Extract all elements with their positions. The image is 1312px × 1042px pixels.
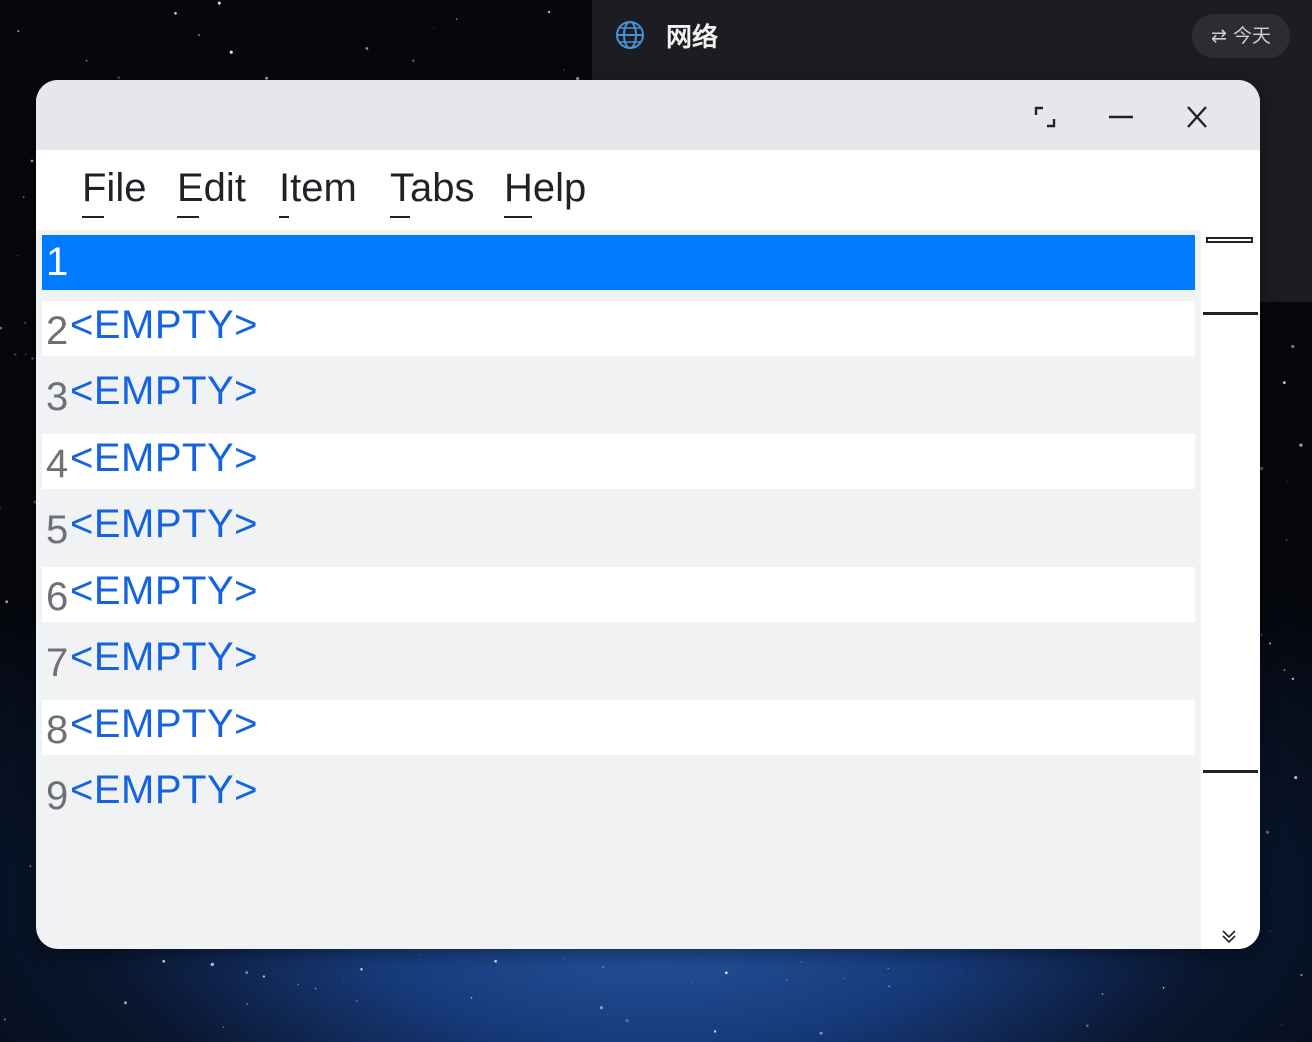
list-item[interactable]: 6 <EMPTY> <box>42 567 1195 622</box>
row-number: 1 <box>46 240 69 284</box>
notification-header: 网络 ⇄ 今天 <box>592 0 1312 72</box>
row-number: 8 <box>46 708 69 752</box>
globe-icon <box>616 21 644 49</box>
close-icon[interactable] <box>1180 100 1214 134</box>
row-value: <EMPTY> <box>70 702 259 746</box>
menu-tabs-label: Tabs <box>390 166 475 210</box>
menu-help[interactable]: Help <box>504 164 587 218</box>
resize-grip-icon[interactable] <box>1220 928 1238 944</box>
menu-edit-label: Edit <box>177 166 246 210</box>
row-value: <EMPTY> <box>70 303 259 347</box>
row-number: 2 <box>46 309 69 353</box>
menu-edit[interactable]: Edit <box>177 164 246 218</box>
menu-file-label: File <box>82 166 147 210</box>
app-window: File Edit Item Tabs Help 1 2 <EMPTY> 3 <… <box>36 80 1260 949</box>
row-value: <EMPTY> <box>70 635 259 679</box>
scrollbar-thumb[interactable] <box>1206 237 1253 243</box>
row-number: 9 <box>46 774 69 818</box>
row-value: <EMPTY> <box>70 502 259 546</box>
row-value: <EMPTY> <box>70 768 259 812</box>
today-button[interactable]: ⇄ 今天 <box>1192 14 1290 58</box>
menu-item-label: Item <box>279 166 357 210</box>
row-number: 6 <box>46 575 69 619</box>
list-item[interactable]: 3 <EMPTY> <box>42 367 1195 422</box>
maximize-icon[interactable] <box>1028 100 1062 134</box>
today-label: 今天 <box>1232 25 1271 47</box>
notification-title: 网络 <box>666 23 719 53</box>
scrollbar-marker <box>1203 770 1258 773</box>
list-item[interactable]: 1 <box>42 235 1195 290</box>
menu-help-label: Help <box>504 166 587 210</box>
row-number: 4 <box>46 442 69 486</box>
row-value: <EMPTY> <box>70 569 259 613</box>
scrollbar-marker <box>1203 312 1258 315</box>
list-item[interactable]: 8 <EMPTY> <box>42 700 1195 755</box>
menu-file[interactable]: File <box>82 164 147 218</box>
list-item[interactable]: 5 <EMPTY> <box>42 500 1195 555</box>
menu-item[interactable]: Item <box>279 164 357 218</box>
menu-tabs[interactable]: Tabs <box>390 164 475 218</box>
list-item[interactable]: 7 <EMPTY> <box>42 633 1195 688</box>
menu-bar: File Edit Item Tabs Help <box>36 150 1260 230</box>
scrollbar[interactable] <box>1201 230 1260 949</box>
row-number: 7 <box>46 641 69 685</box>
list-item[interactable]: 9 <EMPTY> <box>42 766 1195 821</box>
swap-arrows-icon: ⇄ <box>1211 25 1227 47</box>
minimize-icon[interactable] <box>1104 100 1138 134</box>
row-number: 5 <box>46 508 69 552</box>
list-item[interactable]: 4 <EMPTY> <box>42 434 1195 489</box>
item-list[interactable]: 1 2 <EMPTY> 3 <EMPTY> 4 <EMPTY> 5 <EMPTY… <box>42 235 1195 949</box>
list-item[interactable]: 2 <EMPTY> <box>42 301 1195 356</box>
row-value: <EMPTY> <box>70 436 259 480</box>
title-bar[interactable] <box>36 80 1260 150</box>
row-value: <EMPTY> <box>70 369 259 413</box>
row-number: 3 <box>46 375 69 419</box>
